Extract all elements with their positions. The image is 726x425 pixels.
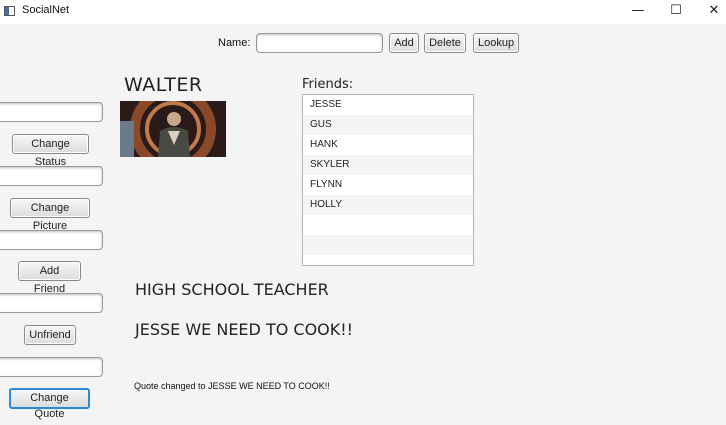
change-picture-button[interactable]: Change Picture [10,198,90,232]
title-bar: SocialNet — ☐ ✕ [0,0,726,24]
close-button[interactable]: ✕ [696,0,726,24]
list-item[interactable]: HOLLY [303,195,473,215]
list-item[interactable] [303,215,473,235]
app-icon [4,6,15,16]
window-title: SocialNet [22,4,70,16]
profile-picture-image [120,101,226,157]
status-message: Quote changed to JESSE WE NEED TO COOK!! [134,381,330,391]
status-input[interactable] [0,102,103,122]
friends-label: Friends: [302,77,354,92]
add-friend-button[interactable]: Add Friend [18,261,81,295]
list-item[interactable]: GUS [303,115,473,135]
name-label: Name: [218,37,251,49]
list-item[interactable] [303,255,473,265]
add-button[interactable]: Add [389,33,419,53]
delete-button[interactable]: Delete [424,33,466,53]
friends-list[interactable]: JESSE GUS HANK SKYLER FLYNN HOLLY [302,94,474,266]
unfriend-input[interactable] [0,293,103,313]
list-item[interactable]: SKYLER [303,155,473,175]
change-status-button[interactable]: Change Status [12,134,89,168]
change-quote-button[interactable]: Change Quote [9,388,90,420]
list-item[interactable] [303,235,473,255]
profile-status: HIGH SCHOOL TEACHER [135,280,329,299]
list-item[interactable]: JESSE [303,95,473,115]
maximize-button[interactable]: ☐ [658,0,694,24]
profile-quote: JESSE WE NEED TO COOK!! [135,320,354,339]
name-input[interactable] [256,33,383,53]
quote-input[interactable] [0,357,103,377]
profile-picture [120,101,226,157]
list-item[interactable]: FLYNN [303,175,473,195]
picture-input[interactable] [0,166,103,186]
unfriend-button[interactable]: Unfriend [24,325,76,345]
list-item[interactable]: HANK [303,135,473,155]
friend-input[interactable] [0,230,103,250]
minimize-button[interactable]: — [620,0,656,24]
lookup-button[interactable]: Lookup [473,33,519,53]
profile-name: WALTER [124,74,203,96]
